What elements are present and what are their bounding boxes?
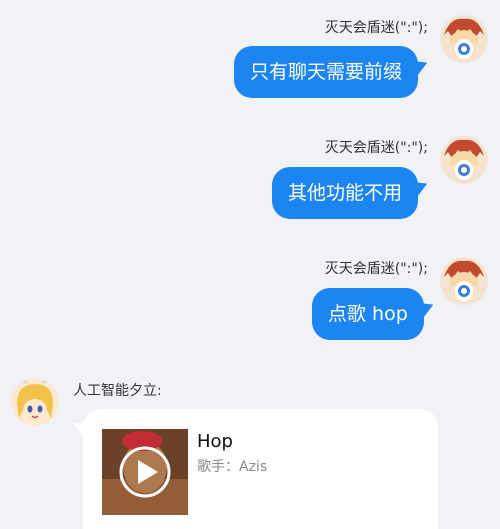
sender-name: 灭天会盾迷(":"); <box>324 140 428 156</box>
message-bubble[interactable]: 只有聊天需要前缀 <box>234 46 419 98</box>
music-card[interactable]: Hop 歌手：Azis <box>83 409 438 529</box>
user-avatar[interactable] <box>440 136 488 184</box>
song-artist: 歌手：Azis <box>197 459 268 475</box>
bot-avatar[interactable] <box>11 378 59 426</box>
album-cover[interactable] <box>102 429 188 515</box>
message-bubble[interactable]: 点歌 hop <box>312 288 424 340</box>
user-avatar[interactable] <box>440 257 488 305</box>
sender-name: 灭天会盾迷(":"); <box>324 261 428 277</box>
song-title: Hop <box>197 431 233 452</box>
sender-name: 灭天会盾迷(":"); <box>324 20 428 36</box>
bot-sender-name: 人工智能夕立: <box>73 383 162 399</box>
user-avatar[interactable] <box>440 15 488 63</box>
message-bubble[interactable]: 其他功能不用 <box>272 167 419 219</box>
